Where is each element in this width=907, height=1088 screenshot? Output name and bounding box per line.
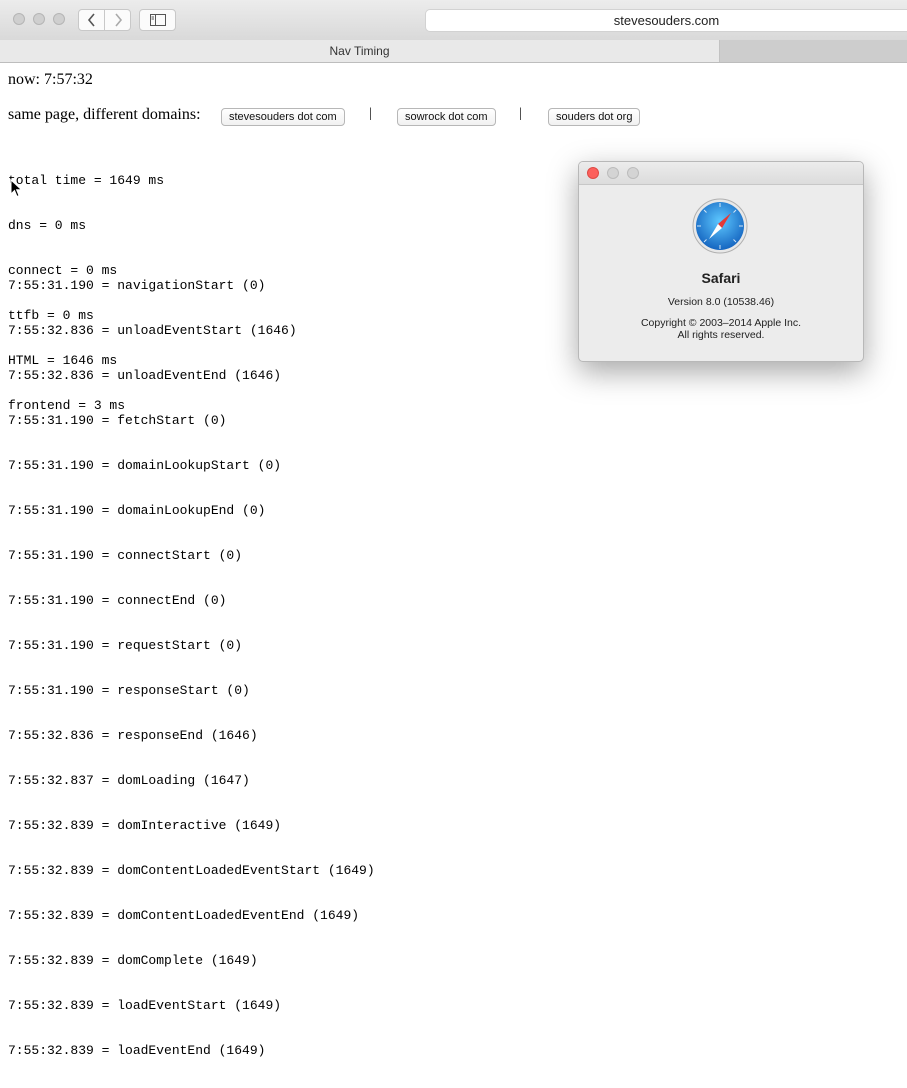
souders-org-button[interactable]: souders dot org [548, 108, 641, 126]
dialog-close-button[interactable] [587, 167, 599, 179]
sowrock-button[interactable]: sowrock dot com [397, 108, 496, 126]
event-line: 7:55:31.190 = connectEnd (0) [8, 593, 227, 608]
safari-compass-icon [692, 198, 748, 254]
timing-events: 7:55:31.190 = navigationStart (0) 7:55:3… [8, 248, 375, 1088]
forward-button[interactable] [104, 9, 131, 31]
dialog-app-name: Safari [701, 270, 741, 286]
event-line: 7:55:32.837 = domLoading (1647) [8, 773, 250, 788]
dialog-zoom-button [627, 167, 639, 179]
event-line: 7:55:31.190 = connectStart (0) [8, 548, 243, 563]
back-button[interactable] [78, 9, 105, 31]
chevron-right-icon [114, 13, 122, 27]
event-line: 7:55:32.836 = responseEnd (1646) [8, 728, 258, 743]
event-line: 7:55:32.836 = unloadEventStart (1646) [8, 323, 297, 338]
tab-label: Nav Timing [329, 44, 390, 58]
window-close-button[interactable] [13, 13, 25, 25]
event-line: 7:55:31.190 = requestStart (0) [8, 638, 243, 653]
dialog-titlebar [579, 162, 863, 185]
stevesouders-button[interactable]: stevesouders dot com [221, 108, 345, 126]
about-safari-dialog: Safari Version 8.0 (10538.46) Copyright … [578, 161, 864, 362]
sidebar-toggle-button[interactable] [139, 9, 176, 31]
event-line: 7:55:31.190 = fetchStart (0) [8, 413, 227, 428]
event-line: 7:55:31.190 = domainLookupEnd (0) [8, 503, 266, 518]
summary-line: total time = 1649 ms [8, 173, 165, 188]
domains-label: same page, different domains: [8, 106, 201, 123]
now-time: now: 7:57:32 [8, 71, 93, 88]
separator: | [369, 106, 372, 121]
summary-line: dns = 0 ms [8, 218, 87, 233]
window-zoom-button[interactable] [53, 13, 65, 25]
dialog-copyright: Copyright © 2003–2014 Apple Inc. [640, 317, 802, 329]
tab-bar-empty-area [720, 40, 907, 62]
chevron-left-icon [87, 13, 95, 27]
mouse-cursor-icon [10, 179, 23, 198]
window-minimize-button[interactable] [33, 13, 45, 25]
event-line: 7:55:32.839 = domComplete (1649) [8, 953, 258, 968]
event-line: 7:55:32.839 = loadEventEnd (1649) [8, 1043, 266, 1058]
dialog-copyright-block: Copyright © 2003–2014 Apple Inc. All rig… [579, 317, 863, 341]
address-text: stevesouders.com [613, 13, 720, 28]
event-line: 7:55:32.836 = unloadEventEnd (1646) [8, 368, 282, 383]
event-line: 7:55:31.190 = navigationStart (0) [8, 278, 266, 293]
event-line: 7:55:32.839 = domContentLoadedEventEnd (… [8, 908, 360, 923]
dialog-minimize-button [607, 167, 619, 179]
browser-toolbar: stevesouders.com [0, 0, 907, 41]
event-line: 7:55:32.839 = loadEventStart (1649) [8, 998, 282, 1013]
dialog-version: Version 8.0 (10538.46) [667, 296, 775, 308]
dialog-rights: All rights reserved. [677, 329, 765, 341]
event-line: 7:55:32.839 = domInteractive (1649) [8, 818, 282, 833]
event-line: 7:55:31.190 = domainLookupStart (0) [8, 458, 282, 473]
address-bar[interactable]: stevesouders.com [425, 9, 907, 32]
tab-nav-timing[interactable]: Nav Timing [0, 40, 720, 62]
tab-bar: Nav Timing [0, 40, 907, 63]
sidebar-icon [149, 14, 166, 26]
event-line: 7:55:32.839 = domContentLoadedEventStart… [8, 863, 375, 878]
event-line: 7:55:31.190 = responseStart (0) [8, 683, 250, 698]
separator: | [519, 106, 522, 121]
